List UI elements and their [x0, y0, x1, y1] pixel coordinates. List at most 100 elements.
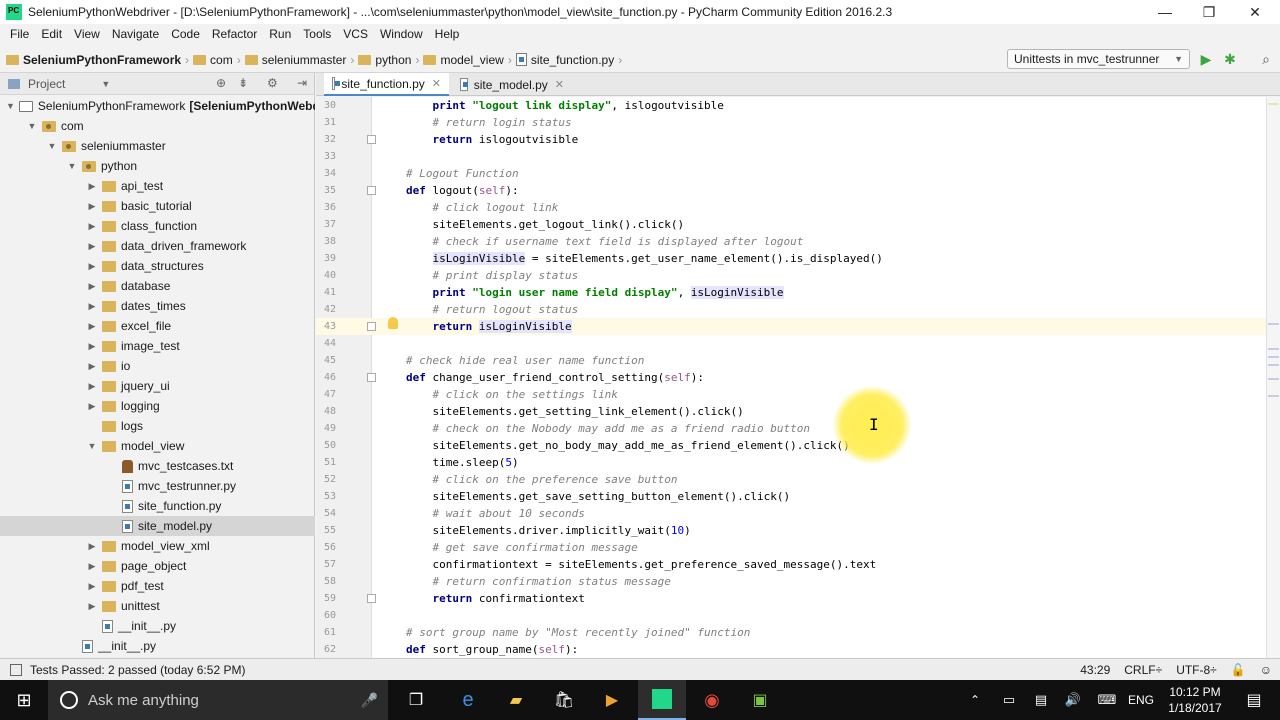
menu-vcs[interactable]: VCS [337, 27, 374, 41]
store-icon[interactable]: 🛍 [542, 680, 586, 720]
close-icon[interactable]: ✕ [555, 78, 564, 91]
search-icon[interactable]: ⌕ [1257, 50, 1275, 68]
code-line[interactable]: 31 # return login status [316, 114, 1266, 131]
code-line[interactable]: 44 [316, 335, 1266, 352]
sync-icon[interactable]: ⊕ [216, 76, 226, 90]
code-line[interactable]: 52 # click on the preference save button [316, 471, 1266, 488]
tree-item[interactable]: ▼ com [0, 116, 315, 136]
lock-icon[interactable]: 🔓 [1231, 663, 1246, 677]
code-line[interactable]: 50 siteElements.get_no_body_may_add_me_a… [316, 437, 1266, 454]
tree-item[interactable]: mvc_testcases.txt [0, 456, 315, 476]
chevron-right-icon[interactable]: ▶ [86, 341, 98, 352]
network-icon[interactable]: ▤ [1026, 680, 1056, 720]
run-configuration-select[interactable]: Unittests in mvc_testrunner ▼ [1007, 49, 1190, 69]
volume-icon[interactable]: 🔊 [1058, 680, 1088, 720]
chevron-right-icon[interactable]: ▶ [86, 401, 98, 412]
project-view-select[interactable]: Project [28, 77, 65, 91]
code-line[interactable]: 58 # return confirmation status message [316, 573, 1266, 590]
menu-run[interactable]: Run [263, 27, 297, 41]
tree-item[interactable]: logs [0, 416, 315, 436]
menu-help[interactable]: Help [429, 27, 466, 41]
tab-site-model[interactable]: site_model.py ✕ [452, 73, 572, 96]
tree-item[interactable]: ▶ model_view_xml [0, 536, 315, 556]
chevron-right-icon[interactable]: ▶ [86, 241, 98, 252]
tree-item[interactable]: __init__.py [0, 636, 315, 656]
code-line[interactable]: 39 isLoginVisible = siteElements.get_use… [316, 250, 1266, 267]
code-line[interactable]: 61 # sort group name by "Most recently jo… [316, 624, 1266, 641]
caret-position[interactable]: 43:29 [1080, 663, 1110, 677]
close-window-button[interactable]: ✕ [1232, 0, 1278, 24]
code-line[interactable]: 62 def sort_group_name(self): [316, 641, 1266, 658]
keyboard-icon[interactable]: ⌨ [1092, 680, 1122, 720]
file-explorer-icon[interactable]: ▰ [494, 680, 538, 720]
code-line[interactable]: 41 print "login user name field display"… [316, 284, 1266, 301]
code-line[interactable]: 37 siteElements.get_logout_link().click(… [316, 216, 1266, 233]
tree-item[interactable]: ▼ model_view [0, 436, 315, 456]
menu-navigate[interactable]: Navigate [106, 27, 165, 41]
code-line[interactable]: 35 def logout(self): [316, 182, 1266, 199]
task-view-icon[interactable]: ❐ [396, 680, 436, 720]
code-line[interactable]: 55 siteElements.driver.implicitly_wait(1… [316, 522, 1266, 539]
chevron-right-icon[interactable]: ▶ [86, 581, 98, 592]
language-indicator[interactable]: ENG [1124, 680, 1158, 720]
close-icon[interactable]: ✕ [432, 77, 441, 90]
line-separator[interactable]: CRLF÷ [1124, 663, 1162, 677]
fold-icon[interactable] [367, 594, 376, 603]
breadcrumb-project[interactable]: SeleniumPythonFramework › [6, 53, 189, 67]
fold-icon[interactable] [367, 135, 376, 144]
tree-item[interactable]: ▶ dates_times [0, 296, 315, 316]
fold-icon[interactable] [367, 186, 376, 195]
code-line[interactable]: 30 print "logout link display", islogout… [316, 97, 1266, 114]
tree-item[interactable]: ▶ excel_file [0, 316, 315, 336]
menu-edit[interactable]: Edit [35, 27, 68, 41]
code-line[interactable]: 43 return isLoginVisible [316, 318, 1266, 335]
fold-icon[interactable] [367, 322, 376, 331]
tree-item[interactable]: ▼ seleniummaster [0, 136, 315, 156]
menu-refactor[interactable]: Refactor [206, 27, 263, 41]
gear-icon[interactable]: ⚙ [267, 76, 278, 90]
chevron-right-icon[interactable]: ▶ [86, 261, 98, 272]
tree-item[interactable]: __init__.py [0, 616, 315, 636]
lightbulb-icon[interactable] [388, 317, 398, 329]
chevron-right-icon[interactable]: ▶ [86, 601, 98, 612]
cortana-search-box[interactable]: Ask me anything 🎤 [48, 680, 388, 720]
code-line[interactable]: 42 # return logout status [316, 301, 1266, 318]
chevron-right-icon[interactable]: ▶ [86, 541, 98, 552]
tree-item[interactable]: site_model.py [0, 516, 315, 536]
code-line[interactable]: 38 # check if username text field is dis… [316, 233, 1266, 250]
breadcrumb-python[interactable]: python › [358, 53, 419, 67]
taskbar-clock[interactable]: 10:12 PM 1/18/2017 [1160, 684, 1230, 716]
microphone-icon[interactable]: 🎤 [361, 692, 378, 709]
debug-icon[interactable]: ✱ [1221, 50, 1239, 68]
code-line[interactable]: 57 confirmationtext = siteElements.get_p… [316, 556, 1266, 573]
tree-item[interactable]: ▶ data_structures [0, 256, 315, 276]
code-line[interactable]: 54 # wait about 10 seconds [316, 505, 1266, 522]
chevron-down-icon[interactable]: ▼ [66, 161, 78, 171]
chevron-right-icon[interactable]: ▶ [86, 181, 98, 192]
code-line[interactable]: 40 # print display status [316, 267, 1266, 284]
code-line[interactable]: 32 return islogoutvisible [316, 131, 1266, 148]
menu-code[interactable]: Code [165, 27, 206, 41]
code-line[interactable]: 53 siteElements.get_save_setting_button_… [316, 488, 1266, 505]
inspector-icon[interactable]: ☺ [1260, 663, 1272, 677]
chevron-right-icon[interactable]: ▶ [86, 561, 98, 572]
camtasia-icon[interactable]: ▣ [738, 680, 782, 720]
code-line[interactable]: 46 def change_user_friend_control_setting… [316, 369, 1266, 386]
chevron-down-icon[interactable]: ▼ [46, 141, 58, 151]
windows-start-icon[interactable]: ⊞ [0, 680, 48, 720]
code-line[interactable]: 56 # get save confirmation message [316, 539, 1266, 556]
chevron-right-icon[interactable]: ▶ [86, 321, 98, 332]
code-line[interactable]: 48 siteElements.get_setting_link_element… [316, 403, 1266, 420]
breadcrumb-com[interactable]: com › [193, 53, 241, 67]
chevron-up-icon[interactable]: ⌃ [960, 680, 990, 720]
menu-tools[interactable]: Tools [297, 27, 337, 41]
code-line[interactable]: 36 # click logout link [316, 199, 1266, 216]
chevron-right-icon[interactable]: ▶ [86, 301, 98, 312]
run-icon[interactable]: ▶ [1197, 50, 1215, 68]
collapse-icon[interactable]: ⇟ [238, 76, 248, 90]
code-line[interactable]: 33 [316, 148, 1266, 165]
chevron-right-icon[interactable]: ▶ [86, 281, 98, 292]
code-line[interactable]: 59 return confirmationtext [316, 590, 1266, 607]
chevron-down-icon[interactable]: ▼ [26, 121, 38, 131]
tree-item[interactable]: ▶ image_test [0, 336, 315, 356]
